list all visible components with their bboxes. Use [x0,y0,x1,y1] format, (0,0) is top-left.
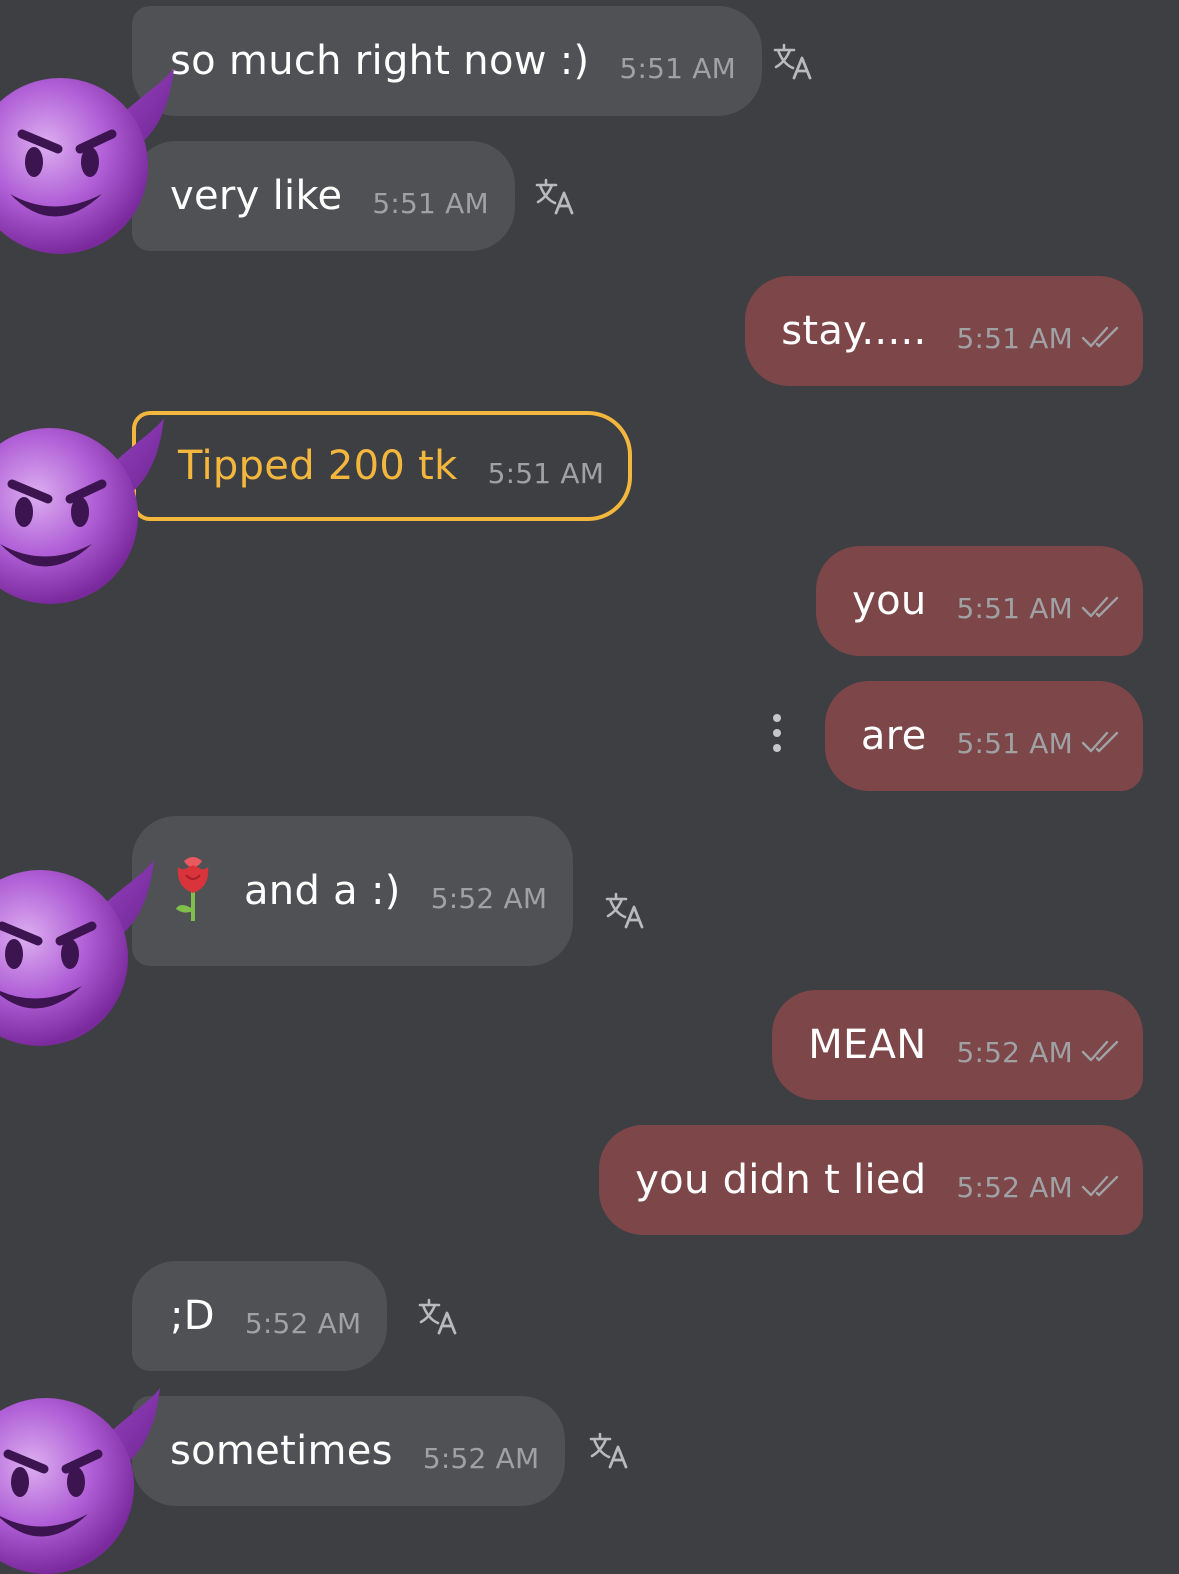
tip-message-bubble[interactable]: Tipped 200 tk 5:51 AM [132,411,633,521]
message-text: stay..... [781,308,927,354]
message-text: MEAN [808,1022,927,1068]
message-time: 5:51 AM [619,51,736,85]
smiling-devil-avatar-icon[interactable] [0,1374,178,1574]
double-check-icon [1081,324,1125,350]
message-text: sometimes [170,1428,393,1474]
message-bubble-received[interactable]: so much right now :) 5:51 AM [132,6,762,116]
message-time: 5:51 AM [956,321,1073,355]
message-time: 5:52 AM [244,1306,362,1340]
message-bubble-sent[interactable]: are 5:51 AM [824,681,1143,791]
message-time: 5:52 AM [956,1035,1073,1069]
message-text: you didn t lied [635,1157,927,1203]
rose-emoji-icon [176,857,209,921]
message-bubble-sent[interactable]: MEAN 5:52 AM [772,990,1143,1100]
translate-icon[interactable] [772,42,816,82]
message-bubble-received[interactable]: and a :) 5:52 AM [132,816,574,966]
translate-icon[interactable] [417,1297,461,1337]
message-text: ;D [170,1293,215,1339]
message-time: 5:51 AM [372,186,489,220]
translate-icon[interactable] [534,177,578,217]
translate-icon[interactable] [588,1431,632,1471]
message-bubble-sent[interactable]: you didn t lied 5:52 AM [599,1125,1143,1235]
double-check-icon [1081,594,1125,620]
translate-icon[interactable] [604,891,648,931]
message-text: and a :) [244,868,401,914]
message-time: 5:51 AM [956,591,1073,625]
double-check-icon [1081,729,1125,755]
message-time: 5:52 AM [956,1170,1073,1204]
message-text: very like [170,173,343,219]
double-check-icon [1081,1173,1125,1199]
more-vertical-icon[interactable] [770,714,784,760]
smiling-devil-avatar-icon[interactable] [0,54,192,254]
message-text: so much right now :) [170,38,590,84]
message-bubble-sent[interactable]: stay..... 5:51 AM [745,276,1143,386]
message-bubble-received[interactable]: ;D 5:52 AM [132,1261,388,1371]
message-time: 5:52 AM [422,1441,540,1475]
message-time: 5:52 AM [430,881,548,915]
message-text: you [852,578,927,624]
message-bubble-sent[interactable]: you 5:51 AM [816,546,1143,656]
message-bubble-received[interactable]: sometimes 5:52 AM [132,1396,566,1506]
double-check-icon [1081,1038,1125,1064]
message-time: 5:51 AM [956,726,1073,760]
tip-text: Tipped 200 tk [178,443,458,489]
smiling-devil-avatar-icon[interactable] [0,846,172,1046]
message-text: are [860,713,927,759]
smiling-devil-avatar-icon[interactable] [0,404,182,604]
message-time: 5:51 AM [487,456,605,490]
